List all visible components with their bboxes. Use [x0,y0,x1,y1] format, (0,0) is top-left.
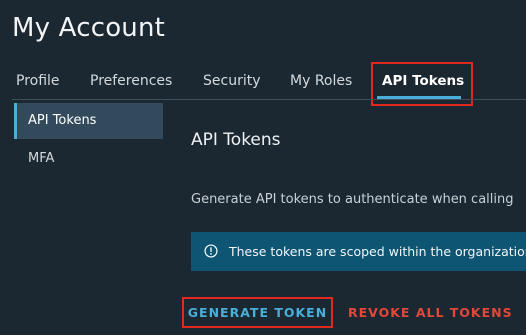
tab-my-roles[interactable]: My Roles [290,72,352,90]
section-description: Generate API tokens to authenticate when… [191,192,514,207]
sidebar-item-mfa[interactable]: MFA [14,141,163,177]
tabs-divider [12,99,526,100]
revoke-all-tokens-button[interactable]: REVOKE ALL TOKENS [348,297,513,328]
tab-api-tokens[interactable]: API Tokens [382,72,464,90]
page-title: My Account [12,13,166,43]
sidebar-item-api-tokens[interactable]: API Tokens [14,103,163,139]
main-content: API Tokens Generate API tokens to authen… [191,128,526,207]
tab-preferences[interactable]: Preferences [90,72,172,90]
section-title: API Tokens [191,130,281,150]
info-alert: These tokens are scoped within the organ… [191,232,526,271]
info-circle-icon [204,244,218,258]
generate-token-button[interactable]: GENERATE TOKEN [182,297,333,328]
alert-text: These tokens are scoped within the organ… [229,244,526,259]
tab-security[interactable]: Security [203,72,261,90]
account-tabs: Profile Preferences Security My Roles AP… [0,62,526,106]
tab-profile[interactable]: Profile [16,72,60,90]
sidebar-nav: API Tokens MFA [14,103,163,177]
